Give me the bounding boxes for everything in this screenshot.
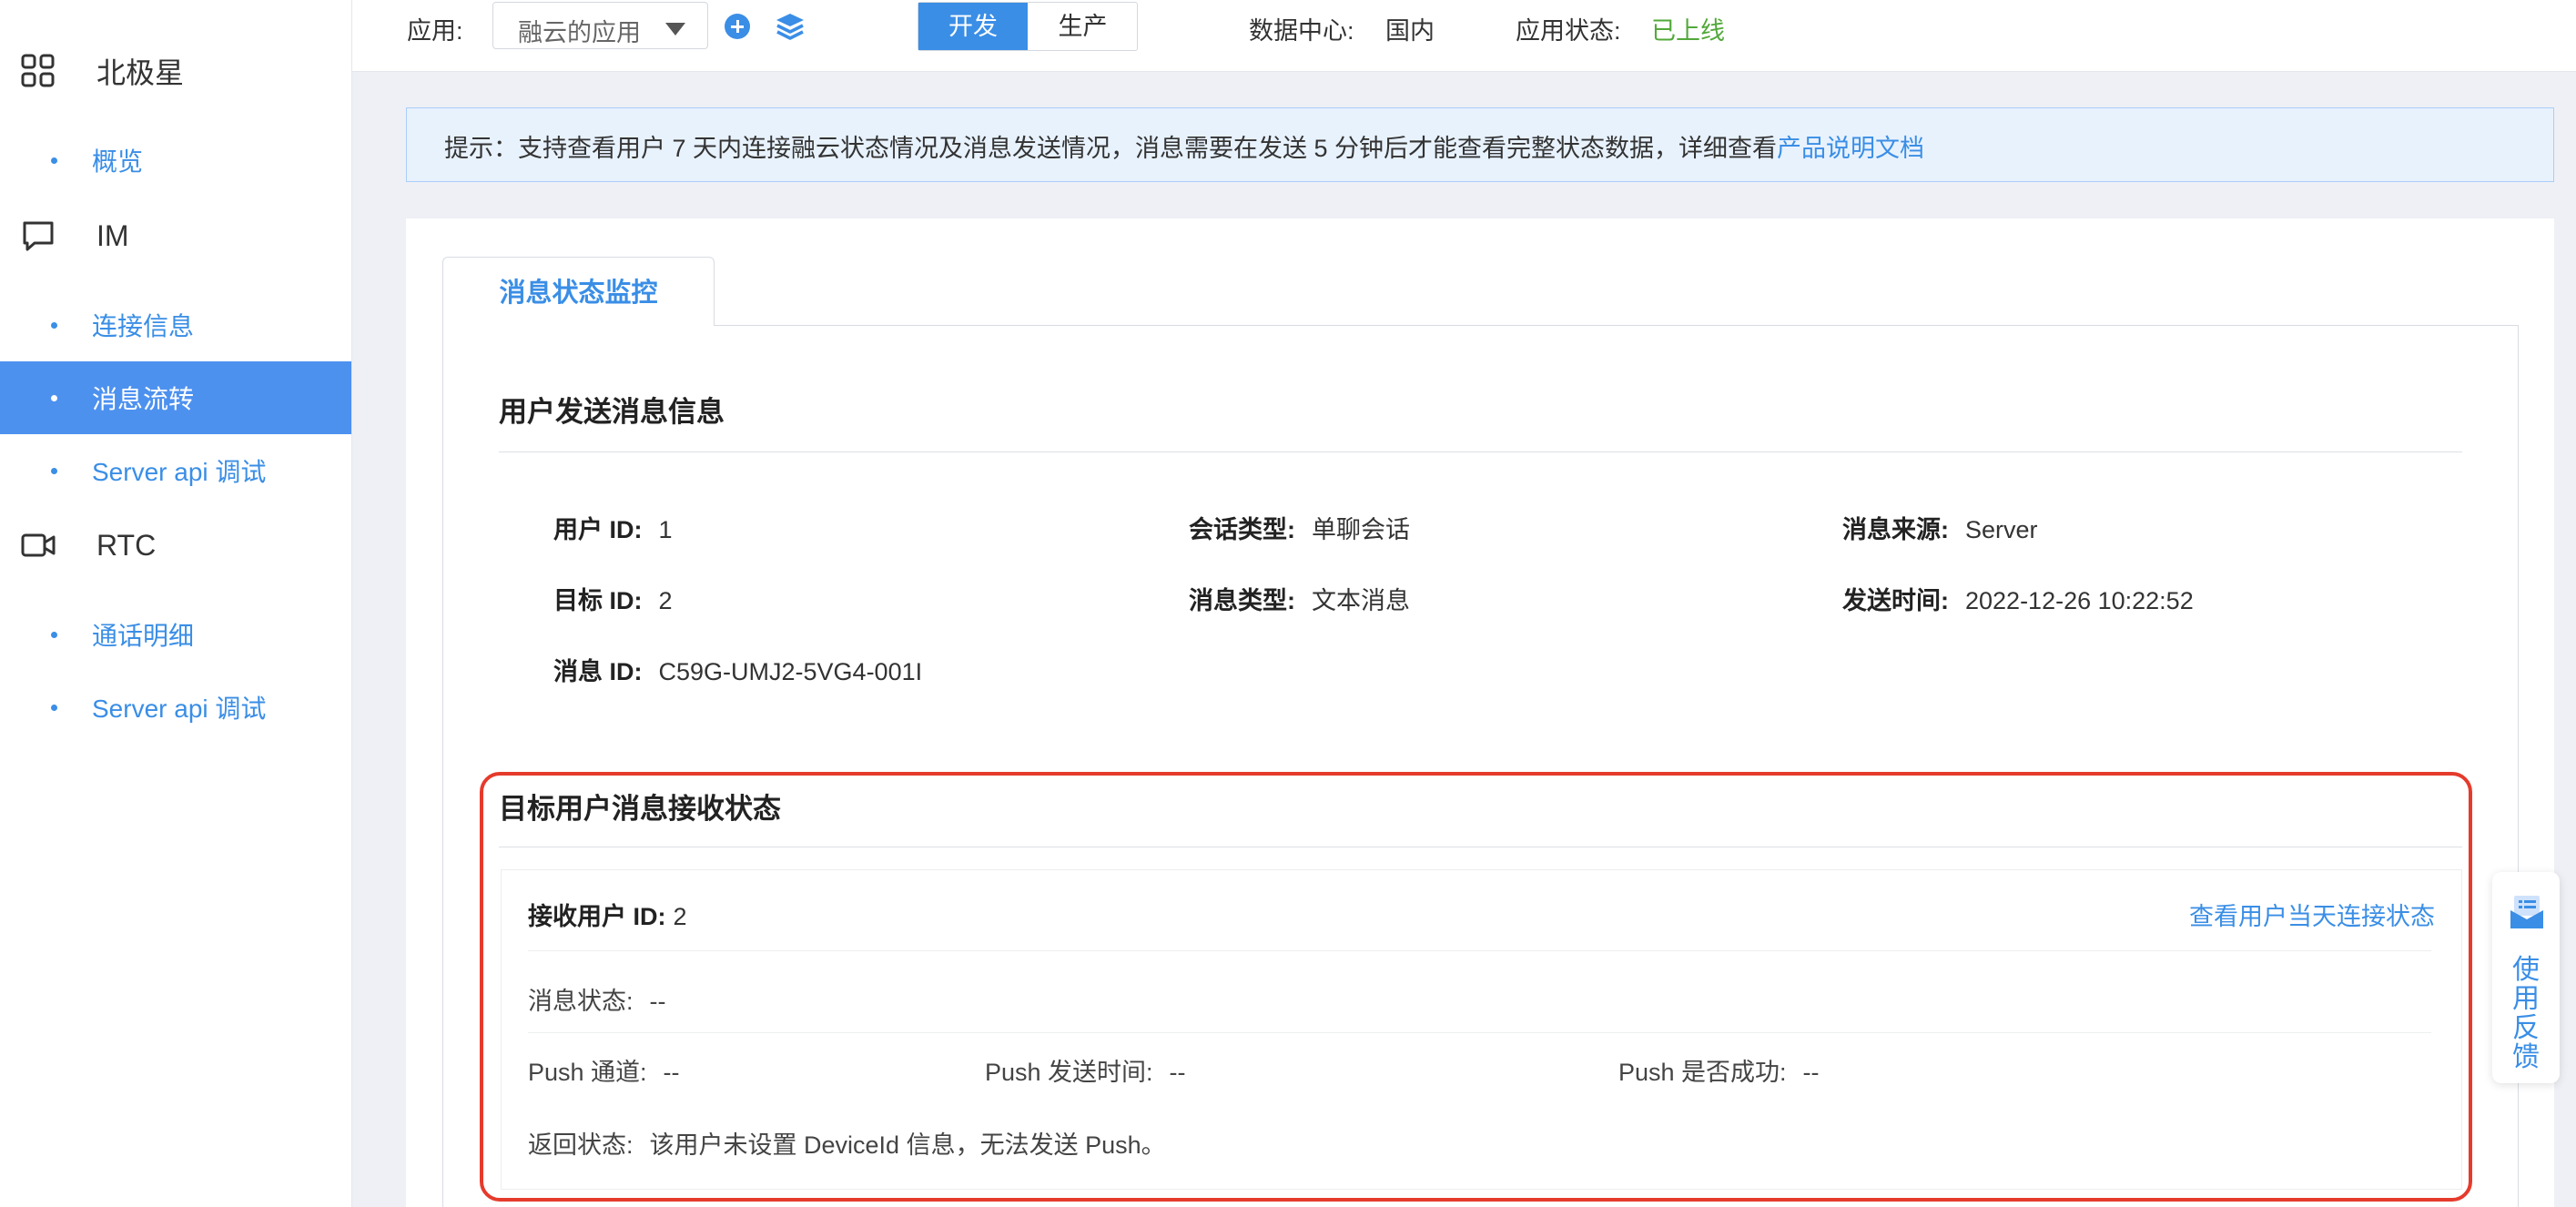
app-status-value: 已上线: [1651, 17, 1725, 45]
bullet-dot: [51, 468, 57, 474]
field-value: 1: [658, 516, 673, 543]
bullet-dot: [51, 322, 57, 329]
divider: [499, 451, 2462, 452]
field-label: Push 通道:: [528, 1059, 647, 1086]
field-label: 返回状态:: [528, 1131, 634, 1159]
push-channel-field: Push 通道: --: [528, 1052, 680, 1088]
sidebar-item-label: 通话明细: [92, 622, 195, 650]
field-value: 单聊会话: [1312, 516, 1410, 543]
field-label: 消息类型:: [1189, 587, 1295, 614]
sidebar-group-label: RTC: [96, 528, 157, 562]
sidebar-item-message-flow[interactable]: 消息流转: [0, 361, 351, 434]
field-value: 2: [658, 587, 673, 614]
sidebar-item-label: 概览: [92, 147, 144, 176]
send-time-field: 发送时间: 2022-12-26 10:22:52: [1842, 581, 2194, 616]
tip-banner: 提示：支持查看用户 7 天内连接融云状态情况及消息发送情况，消息需要在发送 5 …: [406, 107, 2554, 182]
bullet-dot: [51, 395, 57, 401]
field-label: 会话类型:: [1189, 516, 1295, 543]
field-value: 2022-12-26 10:22:52: [1965, 587, 2194, 614]
grid-icon: [21, 54, 55, 87]
field-value: 文本消息: [1312, 587, 1410, 614]
receive-user-id-field: 接收用户 ID: 2: [528, 897, 687, 932]
tip-text: 提示：支持查看用户 7 天内连接融云状态情况及消息发送情况，消息需要在发送 5 …: [444, 135, 1778, 162]
field-value: --: [1169, 1059, 1186, 1086]
env-dev-button[interactable]: 开发: [918, 3, 1028, 50]
field-value: --: [1802, 1059, 1820, 1086]
bullet-dot: [51, 705, 57, 711]
field-label: 目标 ID:: [553, 587, 643, 614]
conversation-type-field: 会话类型: 单聊会话: [1189, 510, 1410, 545]
field-label: 接收用户 ID:: [528, 903, 666, 930]
sidebar-group-label: IM: [96, 218, 129, 252]
sidebar-item-call-details[interactable]: 通话明细: [0, 598, 351, 671]
target-id-field: 目标 ID: 2: [553, 581, 673, 616]
push-success-field: Push 是否成功: --: [1618, 1052, 1820, 1088]
message-source-field: 消息来源: Server: [1842, 510, 2038, 545]
top-bar: 应用: 融云的应用 开发 生产 数据中心: 国内 应用状态: 已上线: [352, 0, 2576, 72]
sidebar-group-polaris[interactable]: 北极星: [0, 35, 351, 107]
message-id-field: 消息 ID: C59G-UMJ2-5VG4-001I: [553, 652, 922, 687]
sidebar-item-im-server-api[interactable]: Server api 调试: [0, 434, 351, 507]
app-select-value: 融云的应用: [518, 19, 641, 46]
field-value: C59G-UMJ2-5VG4-001I: [658, 658, 923, 685]
user-id-field: 用户 ID: 1: [553, 510, 673, 545]
datacenter-value: 国内: [1385, 17, 1435, 45]
add-app-icon[interactable]: [725, 14, 750, 39]
field-label: 用户 ID:: [553, 516, 643, 543]
field-label: 消息来源:: [1842, 516, 1949, 543]
field-value: 该用户未设置 DeviceId 信息，无法发送 Push。: [649, 1131, 1166, 1159]
bullet-dot: [51, 632, 57, 638]
receive-status-title: 目标用户消息接收状态: [499, 793, 781, 825]
field-label: 消息状态:: [528, 988, 634, 1015]
product-doc-link[interactable]: 产品说明文档: [1777, 135, 1924, 162]
video-camera-icon: [21, 533, 56, 557]
app-label: 应用:: [407, 17, 463, 45]
field-label: 发送时间:: [1842, 587, 1949, 614]
sidebar-item-label: Server api 调试: [92, 695, 267, 723]
feedback-button[interactable]: 使用反馈: [2492, 872, 2560, 1083]
feedback-label: 使用反馈: [2512, 955, 2540, 1072]
field-label: 消息 ID:: [553, 658, 643, 685]
env-prod-button[interactable]: 生产: [1029, 3, 1137, 50]
sidebar-item-overview[interactable]: 概览: [0, 124, 351, 197]
return-status-field: 返回状态: 该用户未设置 DeviceId 信息，无法发送 Push。: [528, 1125, 1166, 1161]
push-time-field: Push 发送时间: --: [985, 1052, 1186, 1088]
environment-switch: 开发 生产: [918, 2, 1138, 51]
field-label: Push 发送时间:: [985, 1059, 1153, 1086]
bullet-dot: [51, 157, 57, 164]
sidebar-item-label: 连接信息: [92, 312, 195, 340]
layers-icon[interactable]: [775, 12, 806, 41]
tab-message-status-monitor[interactable]: 消息状态监控: [442, 257, 715, 326]
field-label: Push 是否成功:: [1618, 1059, 1787, 1086]
field-value: --: [663, 1059, 680, 1086]
divider: [528, 950, 2431, 951]
field-value: --: [649, 988, 666, 1015]
sidebar-item-connection[interactable]: 连接信息: [0, 289, 351, 361]
sidebar-item-label: 消息流转: [92, 385, 195, 413]
app-select[interactable]: 融云的应用: [492, 2, 708, 49]
sidebar-group-label: 北极星: [96, 56, 185, 89]
app-status-label: 应用状态:: [1516, 17, 1621, 45]
message-status-field: 消息状态: --: [528, 981, 666, 1017]
sidebar-item-label: Server api 调试: [92, 458, 267, 486]
sidebar: 北极星 概览 IM 连接信息 消息流转 Server api 调试 RTC 通话…: [0, 0, 352, 1207]
datacenter-label: 数据中心:: [1249, 17, 1354, 45]
caret-down-icon: [665, 23, 685, 36]
field-value: 2: [673, 903, 687, 930]
divider: [528, 1032, 2431, 1033]
sidebar-group-im[interactable]: IM: [0, 199, 351, 272]
sidebar-item-rtc-server-api[interactable]: Server api 调试: [0, 671, 351, 744]
message-type-field: 消息类型: 文本消息: [1189, 581, 1410, 616]
feedback-icon: [2510, 896, 2543, 928]
chat-bubble-icon: [23, 221, 54, 251]
sidebar-group-rtc[interactable]: RTC: [0, 509, 351, 582]
field-value: Server: [1965, 516, 2038, 543]
send-info-title: 用户发送消息信息: [499, 396, 725, 428]
view-daily-connection-link[interactable]: 查看用户当天连接状态: [2189, 897, 2435, 932]
